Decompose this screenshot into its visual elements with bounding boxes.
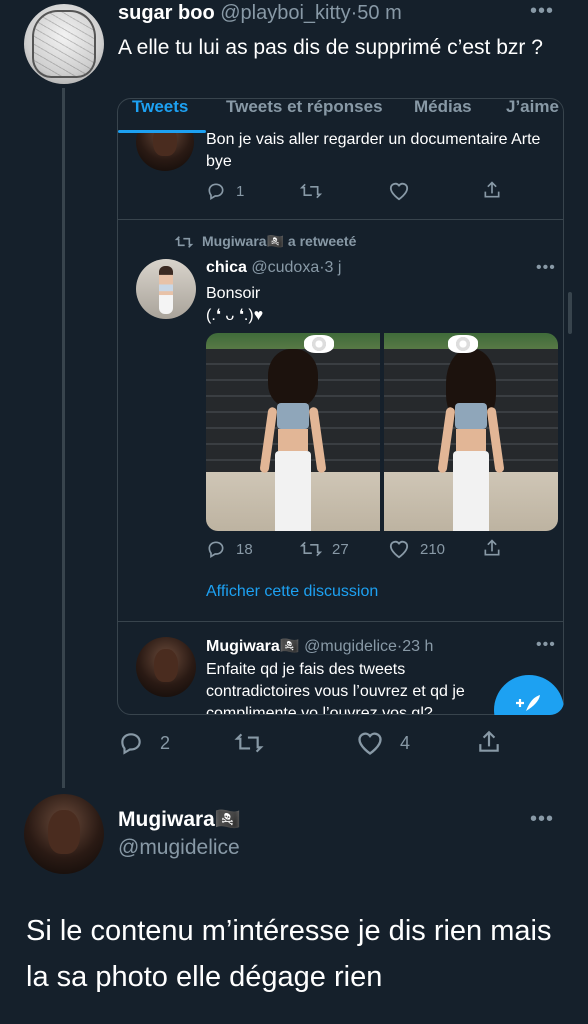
share-action[interactable] bbox=[482, 537, 502, 559]
reply-count: 18 bbox=[236, 540, 253, 558]
share-action[interactable] bbox=[482, 179, 502, 201]
avatar-sugar-boo[interactable] bbox=[24, 4, 104, 84]
tweet-photo-2[interactable] bbox=[384, 333, 558, 531]
bottom-tweet-header: Mugiwara🏴‍☠️ @mugidelice·23 h bbox=[206, 636, 433, 656]
divider bbox=[118, 621, 563, 622]
timestamp[interactable]: 23 h bbox=[402, 638, 433, 655]
bottom-tweet-text: Enfaite qd je fais des tweets contradict… bbox=[206, 661, 465, 715]
reply-icon bbox=[118, 730, 144, 756]
retweet-icon bbox=[300, 181, 322, 201]
handle[interactable]: @mugidelice bbox=[118, 836, 240, 860]
reply-count: 2 bbox=[160, 732, 171, 753]
handle[interactable]: @playboi_kitty bbox=[220, 2, 350, 24]
more-icon[interactable]: ••• bbox=[530, 809, 554, 829]
retweet-count: 27 bbox=[332, 540, 349, 558]
retweet-label[interactable]: Mugiwara🏴‍☠️ a retweeté bbox=[174, 233, 356, 250]
display-name[interactable]: Mugiwara🏴‍☠️ bbox=[206, 638, 300, 655]
display-name[interactable]: sugar boo bbox=[118, 2, 215, 24]
retweet-text-line1: Bonsoir bbox=[206, 285, 261, 302]
reply-action[interactable]: 1 bbox=[206, 181, 244, 201]
share-icon bbox=[476, 728, 502, 756]
retweet-icon bbox=[300, 539, 322, 559]
like-action[interactable] bbox=[388, 181, 410, 201]
retweet-label-text: Mugiwara🏴‍☠️ a retweeté bbox=[202, 233, 357, 249]
reply-action[interactable]: 18 bbox=[206, 539, 253, 559]
tab-tweets-replies[interactable]: Tweets et réponses bbox=[226, 99, 383, 117]
avatar-chica[interactable] bbox=[136, 259, 196, 319]
display-name[interactable]: chica bbox=[206, 259, 247, 276]
more-icon[interactable]: ••• bbox=[536, 637, 556, 653]
show-thread-link[interactable]: Afficher cette discussion bbox=[206, 583, 378, 601]
reply-icon bbox=[206, 181, 226, 201]
embedded-screenshot-card[interactable]: Tweets Tweets et réponses Médias J’aime … bbox=[117, 98, 564, 715]
like-icon bbox=[356, 730, 384, 756]
top-tweet-text: A elle tu lui as pas dis de supprimé c’e… bbox=[118, 36, 543, 59]
timestamp[interactable]: 50 m bbox=[357, 2, 401, 24]
divider bbox=[118, 219, 563, 220]
tab-likes[interactable]: J’aime bbox=[506, 99, 559, 117]
handle[interactable]: @cudoxa bbox=[251, 259, 319, 276]
timestamp[interactable]: 3 j bbox=[325, 259, 342, 276]
retweet-action[interactable] bbox=[234, 730, 264, 756]
like-count: 4 bbox=[400, 732, 411, 753]
handle[interactable]: @mugidelice bbox=[304, 638, 397, 655]
active-tab-indicator bbox=[118, 130, 206, 133]
profile-tabs: Tweets Tweets et réponses Médias J’aime bbox=[118, 99, 563, 133]
tweet-photo-1[interactable] bbox=[206, 333, 380, 531]
tab-media[interactable]: Médias bbox=[414, 99, 472, 117]
like-action[interactable]: 4 bbox=[356, 730, 410, 756]
retweet-action[interactable]: 27 bbox=[300, 539, 349, 559]
avatar-mugiwara[interactable] bbox=[136, 637, 196, 697]
retweet-text-line2: (.❛ ᴗ ❛.)♥ bbox=[206, 307, 264, 324]
share-action[interactable] bbox=[476, 728, 502, 756]
tab-tweets[interactable]: Tweets bbox=[132, 99, 188, 117]
retweet-icon bbox=[234, 730, 264, 756]
like-icon bbox=[388, 539, 410, 559]
reply-count: 1 bbox=[236, 182, 245, 200]
share-icon bbox=[482, 537, 502, 559]
reply-icon bbox=[206, 539, 226, 559]
retweet-action[interactable] bbox=[300, 181, 322, 201]
more-icon[interactable]: ••• bbox=[536, 260, 556, 276]
top-tweet-header: sugar boo @playboi_kitty·50 m bbox=[118, 2, 402, 25]
main-tweet-text: Si le contenu m’intéresse je dis rien ma… bbox=[26, 915, 552, 993]
avatar-mugiwara-main[interactable] bbox=[24, 794, 104, 874]
display-name[interactable]: Mugiwara🏴‍☠️ bbox=[118, 808, 241, 832]
more-icon[interactable]: ••• bbox=[530, 1, 554, 21]
share-icon bbox=[482, 179, 502, 201]
retweet-header: chica @cudoxa·3 j bbox=[206, 259, 341, 277]
thread-connector-line bbox=[62, 88, 65, 788]
scrollbar[interactable] bbox=[568, 292, 572, 334]
reply-action[interactable]: 2 bbox=[118, 730, 170, 756]
like-action[interactable]: 210 bbox=[388, 539, 445, 559]
retweet-icon bbox=[174, 234, 194, 250]
like-icon bbox=[388, 181, 410, 201]
partial-tweet-text: Bon je vais aller regarder un documentai… bbox=[206, 131, 541, 170]
like-count: 210 bbox=[420, 540, 446, 558]
